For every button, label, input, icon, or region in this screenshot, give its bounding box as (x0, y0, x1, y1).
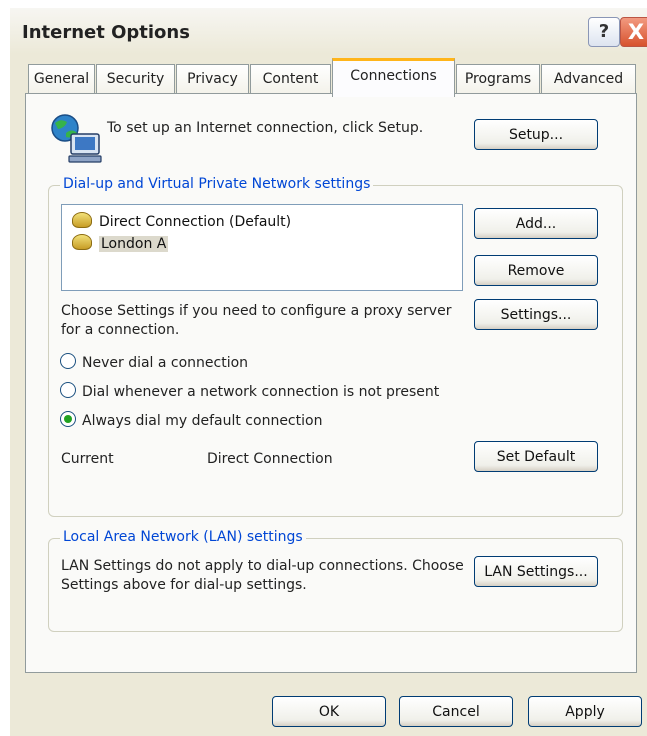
setup-button[interactable]: Setup... (474, 119, 598, 150)
radio-button[interactable] (60, 382, 76, 398)
dialup-connection-icon (72, 212, 92, 228)
lan-settings-button[interactable]: LAN Settings... (474, 556, 598, 587)
tab-privacy[interactable]: Privacy (176, 64, 249, 94)
current-connection-value: Direct Connection (207, 451, 333, 467)
current-label: Current (61, 451, 114, 467)
radio-button[interactable] (60, 353, 76, 369)
tab-general[interactable]: General (28, 64, 95, 94)
dialup-vpn-legend: Dial-up and Virtual Private Network sett… (60, 176, 374, 192)
ok-button[interactable]: OK (272, 696, 386, 727)
help-button[interactable]: ? (588, 17, 620, 47)
lan-settings-text: LAN Settings do not apply to dial-up con… (61, 558, 464, 593)
remove-button[interactable]: Remove (474, 255, 598, 286)
internet-connection-icon (51, 114, 102, 163)
set-default-button[interactable]: Set Default (474, 441, 598, 472)
add-button[interactable]: Add... (474, 208, 598, 239)
radio-button-selected[interactable] (60, 411, 76, 427)
connection-item-london-a[interactable]: London A (72, 234, 169, 253)
cancel-button[interactable]: Cancel (399, 696, 513, 727)
tab-content[interactable]: Content (250, 64, 331, 94)
tab-advanced[interactable]: Advanced (541, 64, 636, 94)
dialup-connection-icon (72, 234, 92, 250)
tab-programs[interactable]: Programs (456, 64, 540, 94)
settings-button[interactable]: Settings... (474, 299, 598, 330)
radio-never-dial[interactable]: Never dial a connection (60, 353, 248, 374)
connection-item-direct[interactable]: Direct Connection (Default) (72, 212, 291, 231)
window-title: Internet Options (22, 22, 190, 43)
connections-listbox[interactable]: Direct Connection (Default) London A (61, 204, 463, 291)
title-bar[interactable]: Internet Options ? X (10, 8, 647, 54)
tab-security[interactable]: Security (96, 64, 175, 94)
tab-connections[interactable]: Connections (332, 58, 455, 97)
close-button[interactable]: X (620, 17, 647, 47)
proxy-settings-text: Choose Settings if you need to configure… (61, 303, 452, 338)
setup-instructions: To set up an Internet connection, click … (107, 120, 424, 136)
radio-dial-when-no-network[interactable]: Dial whenever a network connection is no… (60, 382, 439, 403)
apply-button[interactable]: Apply (528, 696, 642, 727)
radio-always-dial-default[interactable]: Always dial my default connection (60, 411, 322, 432)
lan-settings-legend: Local Area Network (LAN) settings (60, 529, 306, 545)
